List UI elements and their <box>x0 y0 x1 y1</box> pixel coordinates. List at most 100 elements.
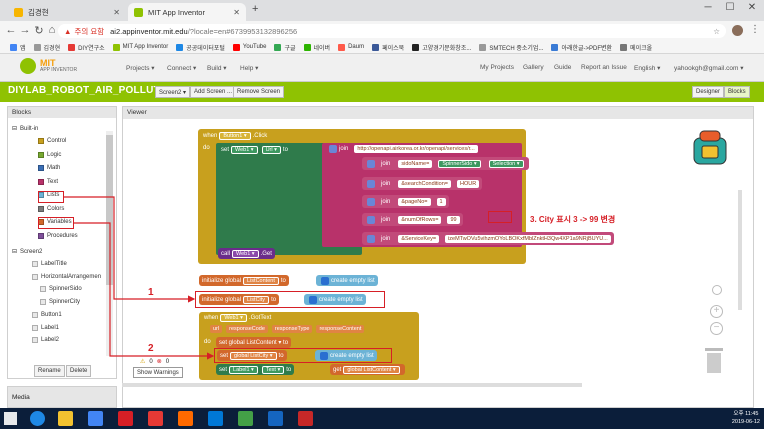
minimize-button[interactable]: ─ <box>698 2 718 13</box>
window-close-button[interactable]: ✕ <box>742 2 762 13</box>
init-listcity-block[interactable]: initialize global ListCity to <box>199 294 280 305</box>
screen-select-dropdown[interactable]: Screen2 ▾ <box>155 86 191 98</box>
star-icon[interactable]: ☆ <box>713 27 720 36</box>
show-warnings-button[interactable]: Show Warnings <box>133 367 183 378</box>
text-string[interactable]: http://openapi.airkorea.or.kr/openapi/se… <box>354 145 478 153</box>
profile-avatar[interactable] <box>732 25 743 36</box>
menu-projects[interactable]: Projects ▾ <box>126 64 155 72</box>
delete-button[interactable]: Delete <box>66 365 92 377</box>
nested-join-block[interactable]: join &numOfRows= 99 <box>362 213 463 226</box>
gear-icon[interactable] <box>367 179 375 188</box>
component-item[interactable]: SpinnerCity <box>40 299 80 306</box>
create-empty-list-block[interactable]: create empty list <box>316 275 378 286</box>
blocks-scrollbar[interactable] <box>106 131 113 356</box>
set-label-text-block[interactable]: set Label1 ▾ Text ▾ to <box>216 364 295 375</box>
gear-icon[interactable] <box>367 234 375 243</box>
component-item[interactable]: Label1 <box>32 324 59 331</box>
backpack-icon[interactable] <box>688 128 732 168</box>
param-responsetype[interactable]: responseType <box>271 325 313 333</box>
gear-icon[interactable] <box>320 351 328 360</box>
param-responsecode[interactable]: responseCode <box>226 325 268 333</box>
menu-help[interactable]: Help ▾ <box>240 64 258 72</box>
nested-join-block[interactable]: join &pageNo= 1 <box>362 195 449 208</box>
app-icon[interactable] <box>268 411 283 426</box>
windows-start-icon[interactable] <box>4 412 17 425</box>
reload-button[interactable]: ↻ <box>32 24 46 37</box>
text-string[interactable]: &pageNo= <box>398 197 431 206</box>
builtin-colors[interactable]: Colors <box>38 205 64 212</box>
component-dropdown[interactable]: Web1 ▾ <box>232 249 259 258</box>
menu-connect[interactable]: Connect ▾ <box>167 64 196 72</box>
text-string[interactable]: sidoName= <box>398 159 433 168</box>
taskbar-clock[interactable]: 오후 11:45 2019-06-12 <box>732 410 760 426</box>
new-tab-button[interactable]: + <box>252 3 258 15</box>
builtin-text[interactable]: Text <box>38 178 58 185</box>
gear-icon[interactable] <box>367 215 375 224</box>
browser-menu-icon[interactable]: ⋮ <box>750 24 760 35</box>
component-item[interactable]: Button1 <box>32 311 62 318</box>
bookmark-item[interactable]: Daum <box>338 43 364 51</box>
create-empty-list-block[interactable]: create empty list <box>315 350 377 361</box>
chrome-icon[interactable] <box>88 411 103 426</box>
maximize-button[interactable]: ☐ <box>720 2 740 13</box>
component-dropdown[interactable]: Label1 ▾ <box>229 365 258 374</box>
app-icon[interactable] <box>148 411 163 426</box>
menu-account[interactable]: yahookgh@gmail.com ▾ <box>674 64 743 72</box>
text-string[interactable]: izeMTwOVu5vihzmOYoLBOKxfMblZnktH3Qw4XP1a… <box>445 234 611 243</box>
tab-kimkyunghyun[interactable]: 김경현 ✕ <box>8 3 126 21</box>
nested-join-block[interactable]: join sidoName= SpinnerSido ▾ Selection ▾ <box>362 157 529 170</box>
component-dropdown[interactable]: Web1 ▾ <box>231 145 258 154</box>
menu-my-projects[interactable]: My Projects <box>480 64 514 71</box>
builtin-procedures[interactable]: Procedures <box>38 232 78 239</box>
text-string[interactable]: HOUR <box>456 179 480 188</box>
explorer-icon[interactable] <box>58 411 73 426</box>
text-string[interactable]: &ServiceKey= <box>398 234 440 243</box>
set-listcontent-block[interactable]: set global ListContent ▾ to <box>216 337 292 348</box>
bookmark-item[interactable]: 네이버 <box>303 43 330 52</box>
menu-guide[interactable]: Guide <box>554 64 571 71</box>
menu-report-issue[interactable]: Report an Issue <box>581 64 627 71</box>
viewer-h-scrollbar[interactable] <box>122 383 582 387</box>
app-icon[interactable] <box>118 411 133 426</box>
component-item[interactable]: LabelTitle <box>32 261 67 267</box>
bookmark-item[interactable]: 고양경기문화창조... <box>412 43 471 52</box>
component-dropdown[interactable]: SpinnerSido ▾ <box>438 159 481 168</box>
gear-icon[interactable] <box>367 197 375 206</box>
builtin-math[interactable]: Math <box>38 165 60 171</box>
app-inventor-logo[interactable]: MIT APP INVENTOR <box>20 58 77 74</box>
menu-gallery[interactable]: Gallery <box>523 64 544 71</box>
builtin-control[interactable]: Control <box>38 138 66 144</box>
menu-build[interactable]: Build ▾ <box>207 64 227 72</box>
designer-button[interactable]: Designer <box>692 86 725 98</box>
gear-icon[interactable] <box>367 159 375 168</box>
zoom-out-icon[interactable]: − <box>710 322 723 335</box>
set-listcity-block[interactable]: set global ListCity ▾ to <box>217 350 287 361</box>
gear-icon[interactable] <box>309 295 317 304</box>
rename-button[interactable]: Rename <box>34 365 65 377</box>
app-icon[interactable] <box>178 411 193 426</box>
component-item[interactable]: SpinnerSido <box>40 286 82 293</box>
remove-screen-button[interactable]: Remove Screen <box>233 86 285 98</box>
variable-dropdown[interactable]: global ListCity ▾ <box>230 351 277 360</box>
bookmark-item[interactable]: 페이스북 <box>372 43 404 52</box>
property-dropdown[interactable]: Selection ▾ <box>488 159 524 168</box>
warning-icon[interactable]: ▲ <box>64 27 71 36</box>
tab-app-inventor[interactable]: MIT App Inventor ✕ <box>128 3 246 21</box>
nested-join-block[interactable]: join &ServiceKey= izeMTwOVu5vihzmOYoLBOKxf… <box>362 232 614 245</box>
variable-name[interactable]: ListContent <box>243 276 279 285</box>
builtin-logic[interactable]: Logic <box>38 151 61 158</box>
recenter-icon[interactable] <box>712 285 722 295</box>
bookmark-item[interactable]: 메이크올 <box>620 43 652 52</box>
param-url[interactable]: url <box>210 325 223 333</box>
blocks-button[interactable]: Blocks <box>724 86 750 98</box>
back-button[interactable]: ← <box>4 24 18 36</box>
text-string[interactable]: 1 <box>436 197 446 206</box>
nested-join-block[interactable]: join &searchCondition= HOUR <box>362 177 483 190</box>
gear-icon[interactable] <box>321 276 329 285</box>
trash-icon[interactable] <box>703 346 725 376</box>
bookmark-item[interactable]: 아래한글->PDF변환 <box>551 43 612 52</box>
component-dropdown[interactable]: Web1 ▾ <box>220 314 247 322</box>
bookmark-item[interactable]: SMTECH 중소기업... <box>479 43 543 52</box>
text-string[interactable]: &numOfRows= <box>398 215 442 224</box>
zoom-in-icon[interactable]: + <box>710 305 723 318</box>
